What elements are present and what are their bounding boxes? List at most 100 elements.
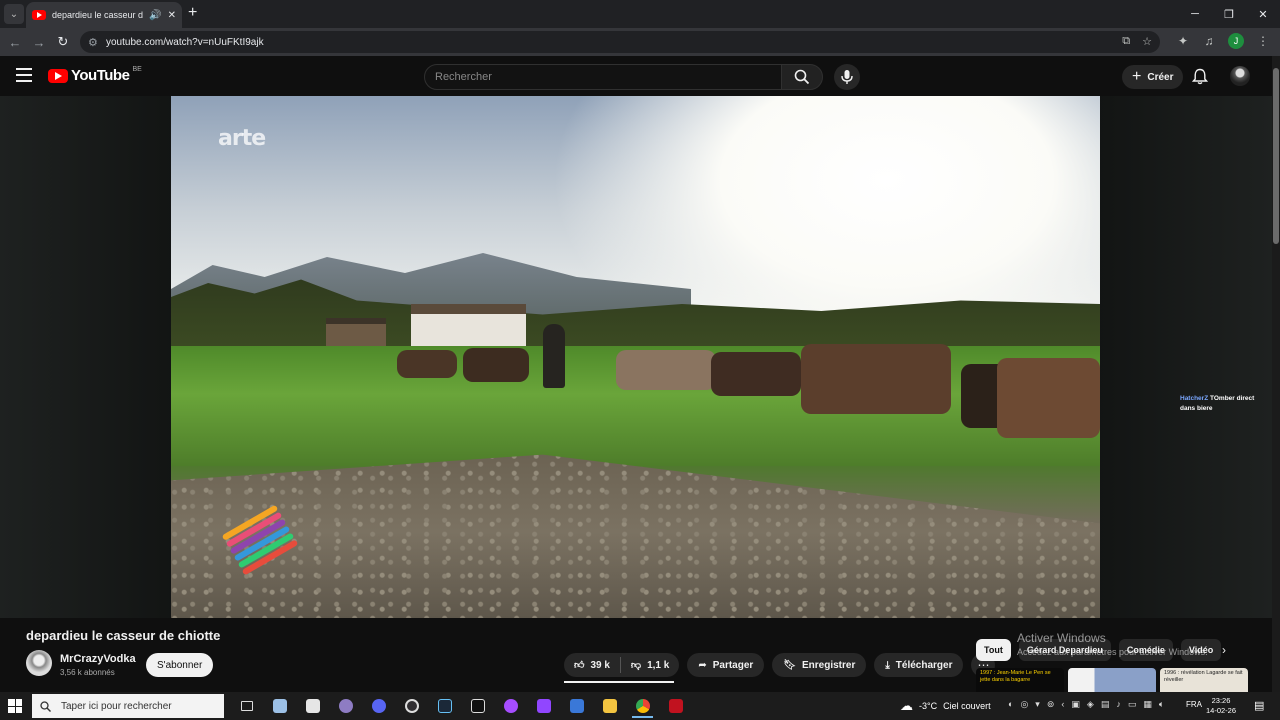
back-button[interactable]: ← — [6, 33, 24, 51]
live-chat-message: HatcherZ TOmber direct dans biere — [1180, 394, 1270, 414]
page-scrollbar[interactable] — [1272, 56, 1280, 692]
tab-search-chevron-icon[interactable]: ⌄ — [4, 4, 24, 24]
recommendation-thumbnail[interactable] — [1068, 668, 1156, 692]
bookmark-star-icon[interactable]: ☆ — [1142, 35, 1152, 48]
weather-widget[interactable]: ☁ -3°C Ciel couvert — [900, 694, 991, 718]
hamburger-menu-icon[interactable] — [16, 68, 32, 82]
extensions-icon[interactable]: ✦ — [1176, 34, 1190, 48]
create-label: Créer — [1147, 71, 1174, 83]
epic-games-app-icon[interactable] — [461, 694, 494, 718]
calculator-app-icon[interactable] — [296, 694, 329, 718]
search-input[interactable]: Rechercher — [424, 64, 782, 90]
activation-title: Activer Windows — [1017, 631, 1106, 645]
video-player[interactable]: arte — [171, 96, 1100, 618]
app-icon-blue-window[interactable] — [560, 694, 593, 718]
cast-icon[interactable]: ⧉ — [1122, 35, 1130, 48]
download-label: Télécharger — [895, 659, 953, 671]
tab-title: depardieu le casseur de chi — [52, 10, 144, 20]
volume-icon[interactable]: 🔈︎ — [1159, 699, 1164, 710]
chip-all[interactable]: Tout — [976, 639, 1011, 661]
windows-start-icon[interactable] — [8, 699, 22, 713]
new-tab-button[interactable]: + — [188, 4, 197, 22]
activation-subtitle: Accédez aux paramètres pour activer Wind… — [1017, 647, 1208, 657]
tray-app-icon[interactable]: ⊚ — [1047, 699, 1055, 710]
restore-window-button[interactable]: ❐ — [1212, 0, 1246, 28]
youtube-play-logo-icon — [48, 68, 68, 83]
subscriber-count: 3,56 k abonnés — [60, 668, 115, 677]
address-bar[interactable]: ⚙ youtube.com/watch?v=nUuFKtI9ajk ⧉ ☆ — [80, 31, 1160, 53]
browser-toolbar: ← → ↻ ⚙ youtube.com/watch?v=nUuFKtI9ajk … — [0, 28, 1280, 56]
system-clock[interactable]: 23:26 14-02-26 — [1206, 696, 1236, 716]
voice-search-button[interactable] — [834, 64, 860, 90]
share-button[interactable]: ➦ Partager — [687, 653, 765, 677]
recommendation-thumbnail[interactable]: 1997 : Jean-Marie Le Pen se jette dans l… — [976, 668, 1064, 692]
app-icon-violet[interactable] — [494, 694, 527, 718]
channel-name[interactable]: MrCrazyVodka — [60, 653, 136, 665]
windows-activation-watermark: Activer Windows Accédez aux paramètres p… — [1017, 631, 1208, 657]
save-button[interactable]: 🔖︎ Enregistrer — [772, 653, 867, 677]
tray-app-icon[interactable]: ▤ — [1101, 699, 1110, 710]
like-button[interactable]: 👍︎ 39 k — [564, 653, 620, 677]
microphone-tray-icon[interactable]: ♪ — [1116, 699, 1121, 710]
reload-button[interactable]: ↻ — [54, 33, 72, 51]
minimize-window-button[interactable]: ─ — [1178, 0, 1212, 28]
cloud-weather-icon: ☁ — [900, 698, 913, 713]
notification-center-icon[interactable]: ▤ — [1254, 699, 1264, 712]
notifications-bell-icon[interactable] — [1191, 68, 1209, 90]
taskbar-search-placeholder: Taper ici pour rechercher — [61, 700, 172, 712]
tray-app-icon[interactable]: ◐ — [1008, 699, 1013, 710]
url-text[interactable]: youtube.com/watch?v=nUuFKtI9ajk — [106, 37, 264, 48]
bookmark-icon: 🔖︎ — [783, 659, 796, 671]
obs-app-icon[interactable] — [395, 694, 428, 718]
task-view-icon[interactable] — [230, 694, 263, 718]
download-button[interactable]: ⤓ Télécharger — [874, 653, 964, 677]
scrollbar-thumb[interactable] — [1273, 68, 1279, 244]
tray-app-icon[interactable]: ▾ — [1035, 699, 1040, 710]
app-icon-red[interactable] — [659, 694, 692, 718]
youtube-logo[interactable]: YouTube BE — [48, 66, 142, 84]
subscribe-button[interactable]: S'abonner — [146, 653, 214, 677]
country-code: BE — [132, 66, 142, 73]
account-avatar[interactable] — [1230, 66, 1250, 86]
battery-icon[interactable]: ▭ — [1128, 699, 1137, 710]
site-info-icon[interactable]: ⚙ — [88, 36, 104, 49]
photos-app-icon[interactable] — [263, 694, 296, 718]
tray-app-icon[interactable]: ◎ — [1020, 699, 1028, 710]
close-window-button[interactable]: ✕ — [1246, 0, 1280, 28]
share-label: Partager — [712, 659, 754, 671]
youtube-logo-text: YouTube — [71, 67, 130, 84]
chevron-right-icon[interactable]: › — [1222, 643, 1226, 657]
clock-date: 14-02-26 — [1206, 706, 1237, 715]
taskbar-apps — [230, 694, 692, 718]
tray-app-icon[interactable]: ◈ — [1087, 699, 1094, 710]
forward-button[interactable]: → — [30, 33, 48, 51]
thumbs-up-icon: 👍︎ — [574, 660, 585, 671]
media-controls-icon[interactable]: ♫ — [1202, 34, 1216, 48]
steam-app-icon[interactable] — [428, 694, 461, 718]
recommendation-thumbnail[interactable]: 1996 : révélation Lagarde se fait réveil… — [1160, 668, 1248, 692]
channel-avatar[interactable] — [26, 650, 52, 676]
discord-app-icon[interactable] — [362, 694, 395, 718]
chrome-app-icon[interactable] — [626, 694, 659, 718]
browser-menu-icon[interactable]: ⋮ — [1256, 34, 1270, 48]
file-explorer-icon[interactable] — [593, 694, 626, 718]
share-arrow-icon: ➦ — [698, 659, 707, 671]
network-icon[interactable]: ▦ — [1143, 699, 1152, 710]
search-placeholder: Rechercher — [435, 71, 492, 83]
create-button[interactable]: + Créer — [1122, 65, 1184, 89]
input-language[interactable]: FRA — [1186, 700, 1202, 709]
windows-taskbar: Taper ici pour rechercher ☁ -3°C Ciel co… — [0, 692, 1280, 720]
taskbar-search-input[interactable]: Taper ici pour rechercher — [32, 694, 224, 718]
search-button[interactable] — [781, 64, 823, 90]
like-count: 39 k — [590, 659, 610, 671]
twitch-app-icon[interactable] — [527, 694, 560, 718]
close-tab-icon[interactable]: ✕ — [168, 10, 176, 21]
audio-playing-icon[interactable]: 🔊 — [149, 10, 161, 21]
app-icon-purple-circle[interactable] — [329, 694, 362, 718]
browser-tab-active[interactable]: depardieu le casseur de chi 🔊 ✕ — [26, 2, 182, 28]
profile-avatar[interactable]: J — [1228, 33, 1244, 49]
dislike-button[interactable]: 👎︎ 1,1 k — [621, 653, 679, 677]
show-hidden-icons-chevron-icon[interactable]: ‹ — [1061, 699, 1064, 710]
tray-app-icon[interactable]: ▣ — [1071, 699, 1080, 710]
microphone-icon — [841, 70, 853, 84]
